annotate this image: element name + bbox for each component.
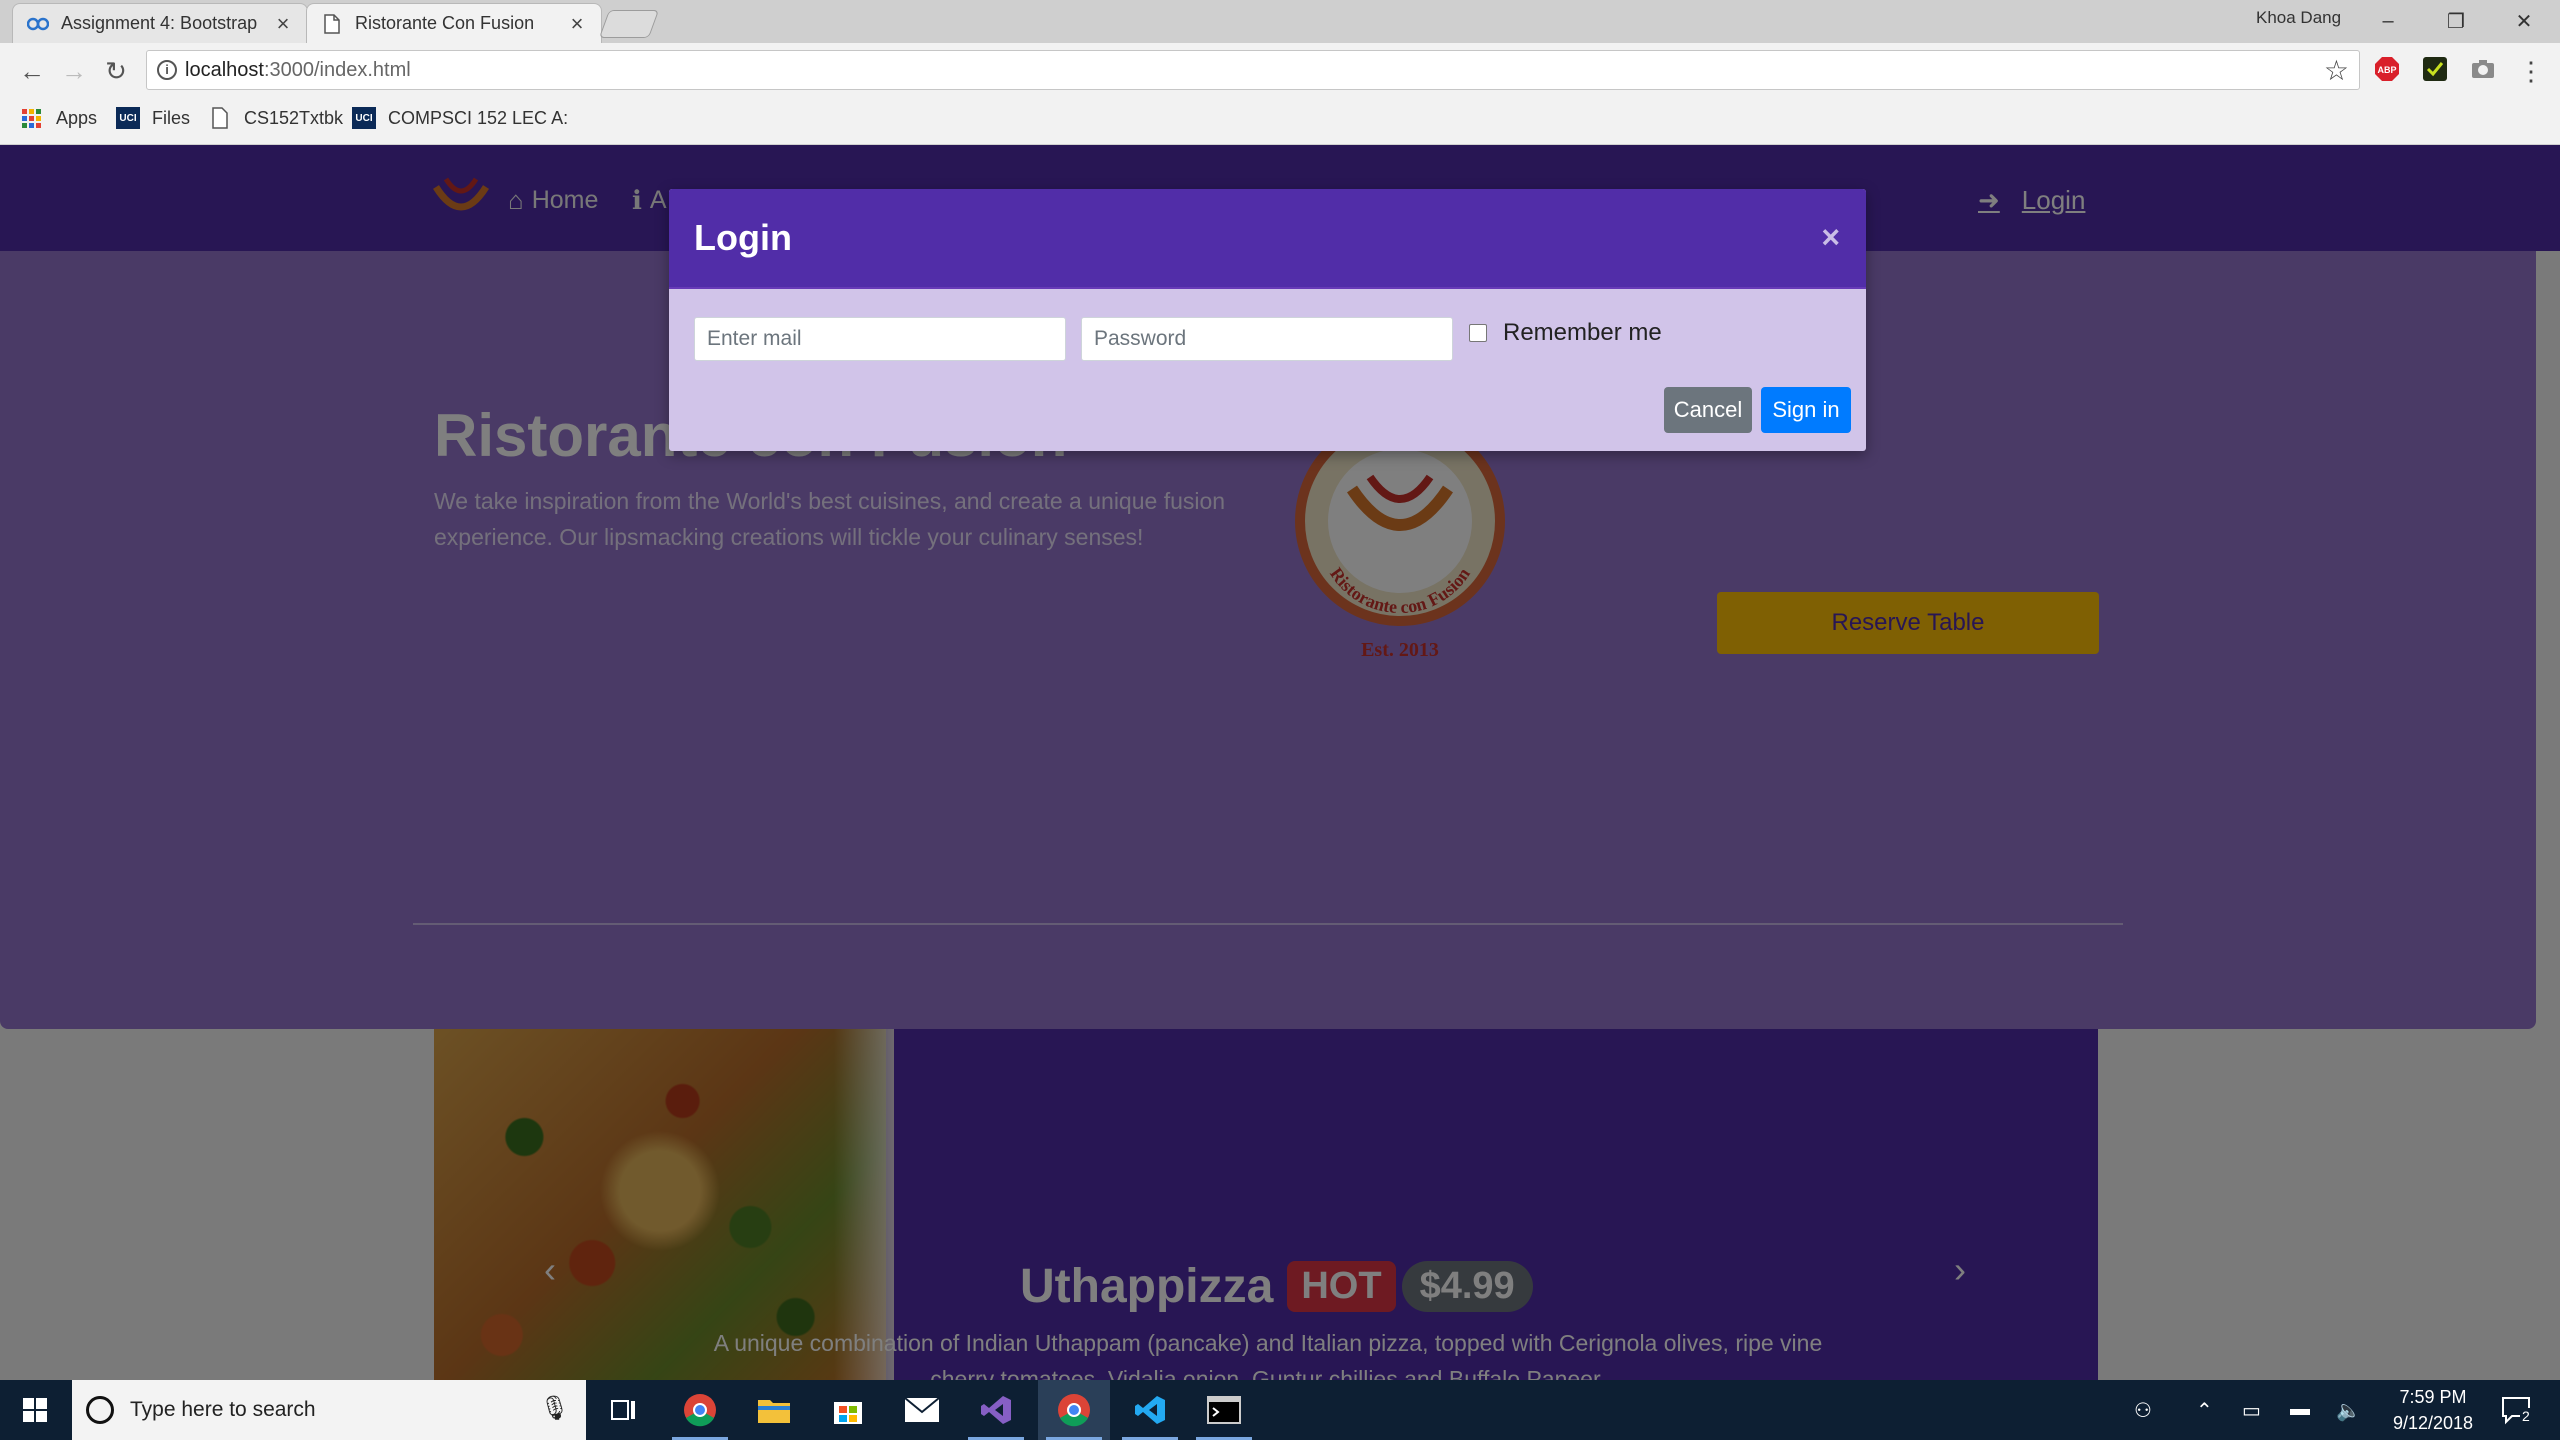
browser-tab-strip: Assignment 4: Bootstrap × Ristorante Con… [0, 0, 2560, 43]
clock-date: 9/12/2018 [2392, 1413, 2474, 1433]
windows-start-icon[interactable] [0, 1380, 70, 1440]
remember-me[interactable]: Remember me [1469, 319, 1662, 347]
system-clock[interactable]: 7:59 PM 9/12/2018 [2378, 1384, 2488, 1436]
window-close-icon[interactable]: ✕ [2494, 4, 2554, 38]
extension-check-icon[interactable] [2422, 56, 2448, 82]
notification-count: 2 [2520, 1408, 2532, 1424]
remember-checkbox[interactable] [1469, 324, 1487, 342]
adblock-icon[interactable]: ABP [2374, 56, 2400, 82]
page-viewport: ⌂ Home ℹ A ➜ Login Ristorante con Fusion… [0, 145, 2560, 1380]
browser-toolbar: ← → ↻ i localhost:3000/index.html ☆ [0, 43, 2560, 98]
chrome-icon[interactable] [664, 1380, 736, 1440]
modal-header: Login × [669, 189, 1866, 289]
vscode-icon[interactable] [1114, 1380, 1186, 1440]
info-icon[interactable]: i [157, 60, 177, 80]
svg-text:ABP: ABP [2377, 65, 2396, 75]
microphone-icon[interactable]: 🎙 [540, 1394, 570, 1423]
chevron-up-icon[interactable]: ⌃ [2196, 1398, 2213, 1423]
close-icon[interactable]: × [1821, 219, 1840, 256]
bookmark-cs152txtbk[interactable]: CS152Txtbk [208, 107, 343, 129]
email-field[interactable] [694, 317, 1066, 361]
taskbar-search[interactable]: Type here to search 🎙 [72, 1380, 586, 1440]
close-icon[interactable]: × [567, 11, 587, 37]
bookmark-label: Apps [56, 107, 98, 128]
volume-icon[interactable]: 🔈 [2336, 1398, 2361, 1423]
bookmark-files[interactable]: UCI Files [116, 107, 190, 129]
url-text[interactable]: localhost:3000/index.html [185, 59, 411, 82]
close-icon[interactable]: × [273, 11, 293, 37]
tab-title: Assignment 4: Bootstrap [61, 13, 258, 33]
profile-name[interactable]: Khoa Dang [2256, 8, 2341, 28]
tab-assignment[interactable]: Assignment 4: Bootstrap × [12, 3, 308, 43]
people-icon[interactable]: ⚇ [2134, 1398, 2152, 1423]
mail-icon[interactable] [886, 1380, 958, 1440]
uci-icon: UCI [352, 107, 376, 129]
login-modal: Login × Remember me Cancel Sign in [669, 189, 1866, 451]
bookmarks-bar: Apps UCI Files CS152Txtbk UCI COMPSCI 15… [0, 98, 2560, 145]
bookmark-apps[interactable]: Apps [20, 107, 97, 129]
new-tab-button[interactable] [598, 10, 660, 38]
windows-taskbar: Type here to search 🎙 ⚇ ⌃ ▭ ▬ 🔈 7:59 PM … [0, 1380, 2560, 1440]
notification-icon[interactable]: 2 [2500, 1394, 2532, 1432]
remember-label: Remember me [1503, 319, 1662, 346]
visual-studio-icon[interactable] [960, 1380, 1032, 1440]
tab-title: Ristorante Con Fusion [355, 13, 535, 33]
password-field[interactable] [1081, 317, 1453, 361]
modal-title: Login [694, 217, 792, 258]
search-placeholder: Type here to search [130, 1398, 316, 1421]
tab-ristorante[interactable]: Ristorante Con Fusion × [306, 3, 602, 43]
minimize-icon[interactable]: – [2358, 4, 2418, 38]
forward-icon[interactable]: → [56, 53, 92, 89]
camera-icon[interactable] [2470, 56, 2496, 82]
reload-icon[interactable]: ↻ [98, 53, 134, 89]
page-icon [321, 13, 343, 35]
uci-icon: UCI [116, 107, 140, 129]
file-explorer-icon[interactable] [738, 1380, 810, 1440]
bookmark-compsci152[interactable]: UCI COMPSCI 152 LEC A: [352, 107, 568, 129]
network-icon[interactable]: ▭ [2242, 1398, 2261, 1423]
bookmark-star-icon[interactable]: ☆ [2324, 54, 2349, 87]
chrome-icon[interactable] [1038, 1380, 1110, 1440]
back-icon[interactable]: ← [14, 53, 50, 89]
restore-icon[interactable]: ❐ [2426, 4, 2486, 38]
address-bar[interactable]: i localhost:3000/index.html ☆ [146, 50, 2360, 90]
terminal-icon[interactable] [1188, 1380, 1260, 1440]
battery-icon[interactable]: ▬ [2290, 1398, 2310, 1421]
task-view-icon[interactable] [588, 1380, 660, 1440]
sign-in-button[interactable]: Sign in [1761, 387, 1851, 433]
menu-kebab-icon[interactable]: ⋮ [2518, 56, 2544, 86]
coursera-icon [27, 13, 49, 35]
bookmark-label: COMPSCI 152 LEC A: [388, 107, 569, 128]
clock-time: 7:59 PM [2399, 1387, 2467, 1407]
page-icon [212, 107, 228, 129]
bookmark-label: Files [152, 107, 191, 128]
cancel-button[interactable]: Cancel [1664, 387, 1752, 433]
url-path: :3000/index.html [263, 59, 411, 81]
url-host: localhost [185, 59, 264, 81]
store-icon[interactable] [812, 1380, 884, 1440]
bookmark-label: CS152Txtbk [244, 107, 344, 128]
cortana-icon [86, 1396, 114, 1424]
apps-grid-icon [22, 109, 41, 128]
